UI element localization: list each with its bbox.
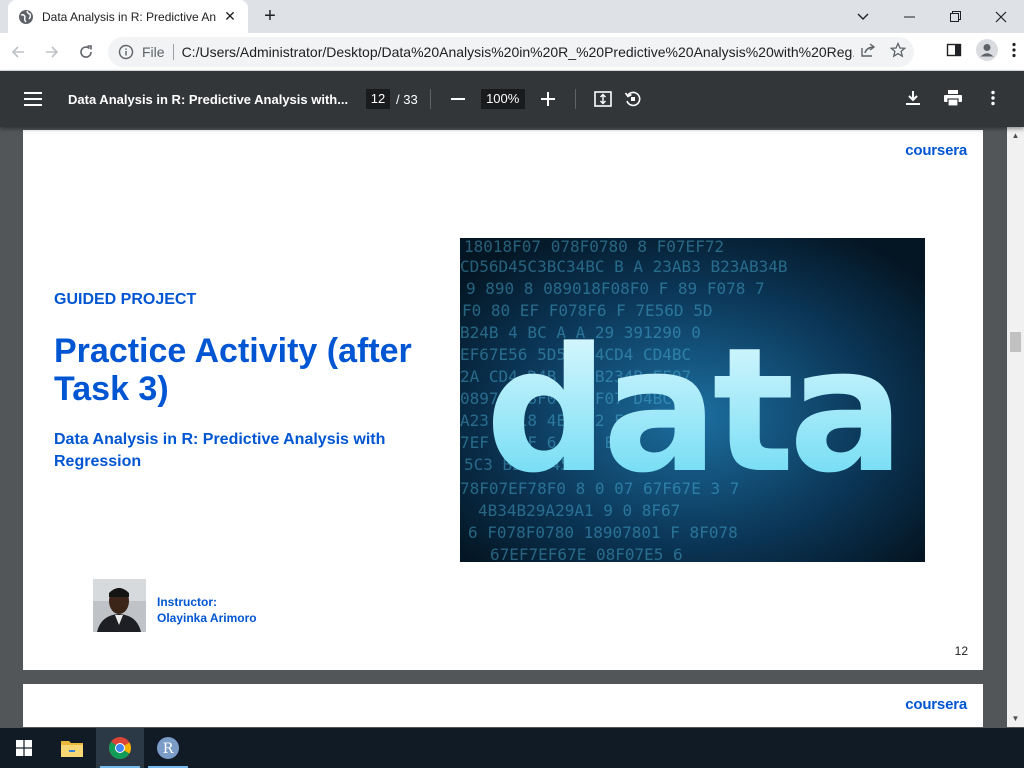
navigation-bar: File C:/Users/Administrator/Desktop/Data… (0, 33, 1024, 71)
slide-title: Practice Activity (after Task 3) (54, 332, 412, 408)
coursera-logo: coursera (905, 142, 967, 159)
zoom-level-input[interactable]: 100% (480, 89, 525, 109)
coursera-logo: coursera (905, 696, 967, 713)
svg-text:18018F07 078F0780 8 F07EF72: 18018F07 078F0780 8 F07EF72 (464, 238, 724, 256)
forward-arrow-icon[interactable] (36, 36, 68, 68)
chrome-icon[interactable] (96, 728, 144, 768)
file-explorer-icon[interactable] (48, 728, 96, 768)
side-panel-icon[interactable] (946, 42, 962, 63)
url-scheme-label: File (142, 44, 174, 60)
download-icon[interactable] (898, 83, 928, 113)
page-number-input[interactable]: 12 (366, 89, 390, 109)
data-hero-image: 18018F07 078F0780 8 F07EF72 CD56D45C3BC3… (460, 238, 925, 562)
pdf-toolbar: Data Analysis in R: Predictive Analysis … (0, 71, 1024, 127)
page-total: / 33 (396, 91, 418, 107)
reload-icon[interactable] (70, 36, 102, 68)
vertical-scrollbar[interactable]: ▲ ▼ (1007, 127, 1024, 727)
share-icon[interactable] (860, 42, 876, 63)
browser-actions (946, 33, 1016, 71)
hero-word-data: data (485, 310, 898, 511)
back-arrow-icon[interactable] (2, 36, 34, 68)
hamburger-menu-icon[interactable] (16, 82, 50, 116)
slide-subtitle: Data Analysis in R: Predictive Analysis … (54, 431, 386, 470)
toolbar-divider (574, 89, 576, 109)
chrome-menu-icon[interactable] (1012, 42, 1016, 63)
pdf-page-13: coursera (23, 684, 983, 727)
rotate-icon[interactable] (618, 84, 648, 114)
tab-search-chevron-icon[interactable] (840, 0, 886, 33)
r-app-label: R (163, 741, 174, 757)
zoom-in-icon[interactable] (533, 84, 563, 114)
svg-text:67EF7EF67E 08F07E5 6: 67EF7EF67E 08F07E5 6 (490, 545, 683, 562)
close-window-icon[interactable] (978, 0, 1024, 33)
toolbar-divider (429, 89, 431, 109)
pdf-page-12: coursera GUIDED PROJECT Practice Activit… (23, 130, 983, 670)
fit-to-page-icon[interactable] (588, 84, 618, 114)
omnibox-actions (860, 37, 907, 67)
close-tab-icon[interactable]: ✕ (222, 8, 238, 25)
tab-strip: Data Analysis in R: Predictive Ana ✕ + (0, 0, 1024, 33)
pdf-actions (898, 83, 1008, 113)
windows-start-icon[interactable] (0, 728, 48, 768)
new-tab-button[interactable]: + (260, 6, 280, 26)
instructor-photo (93, 579, 146, 632)
address-bar[interactable]: File C:/Users/Administrator/Desktop/Data… (108, 37, 914, 67)
scroll-up-arrow-icon[interactable]: ▲ (1007, 127, 1024, 144)
windows-taskbar: R (0, 728, 1024, 768)
zoom-out-icon[interactable] (443, 84, 473, 114)
scroll-down-arrow-icon[interactable]: ▼ (1007, 710, 1024, 727)
scrollbar-thumb[interactable] (1010, 332, 1021, 352)
pdf-document-title: Data Analysis in R: Predictive Analysis … (68, 91, 348, 107)
tab-title: Data Analysis in R: Predictive Ana (42, 9, 216, 24)
url-text[interactable]: C:/Users/Administrator/Desktop/Data%20An… (182, 44, 854, 60)
svg-text:CD56D45C3BC34BC B A 23AB3 B23A: CD56D45C3BC34BC B A 23AB3 B23AB34B (460, 257, 788, 276)
slide-page-number: 12 (954, 644, 968, 658)
bookmark-star-icon[interactable] (889, 41, 907, 63)
profile-avatar-icon[interactable] (976, 38, 998, 66)
window-controls (840, 0, 1024, 33)
more-options-icon[interactable] (978, 83, 1008, 113)
svg-text:9 890 8 089018F08F0 F 89 F078: 9 890 8 089018F08F0 F 89 F078 7 (466, 279, 765, 298)
globe-icon (18, 9, 34, 25)
restore-icon[interactable] (932, 0, 978, 33)
slide-kicker: GUIDED PROJECT (54, 291, 197, 308)
pdf-viewer[interactable]: coursera GUIDED PROJECT Practice Activit… (0, 127, 1024, 727)
instructor-label: Instructor: (157, 595, 217, 609)
print-icon[interactable] (938, 83, 968, 113)
instructor-name: Olayinka Arimoro (157, 611, 257, 625)
site-info-icon[interactable] (118, 44, 134, 60)
minimize-icon[interactable] (886, 0, 932, 33)
svg-text:6 F078F0780 18907801 F 8F078: 6 F078F0780 18907801 F 8F078 (468, 523, 738, 542)
browser-tab[interactable]: Data Analysis in R: Predictive Ana ✕ (8, 0, 248, 33)
r-app-icon[interactable]: R (144, 728, 192, 768)
